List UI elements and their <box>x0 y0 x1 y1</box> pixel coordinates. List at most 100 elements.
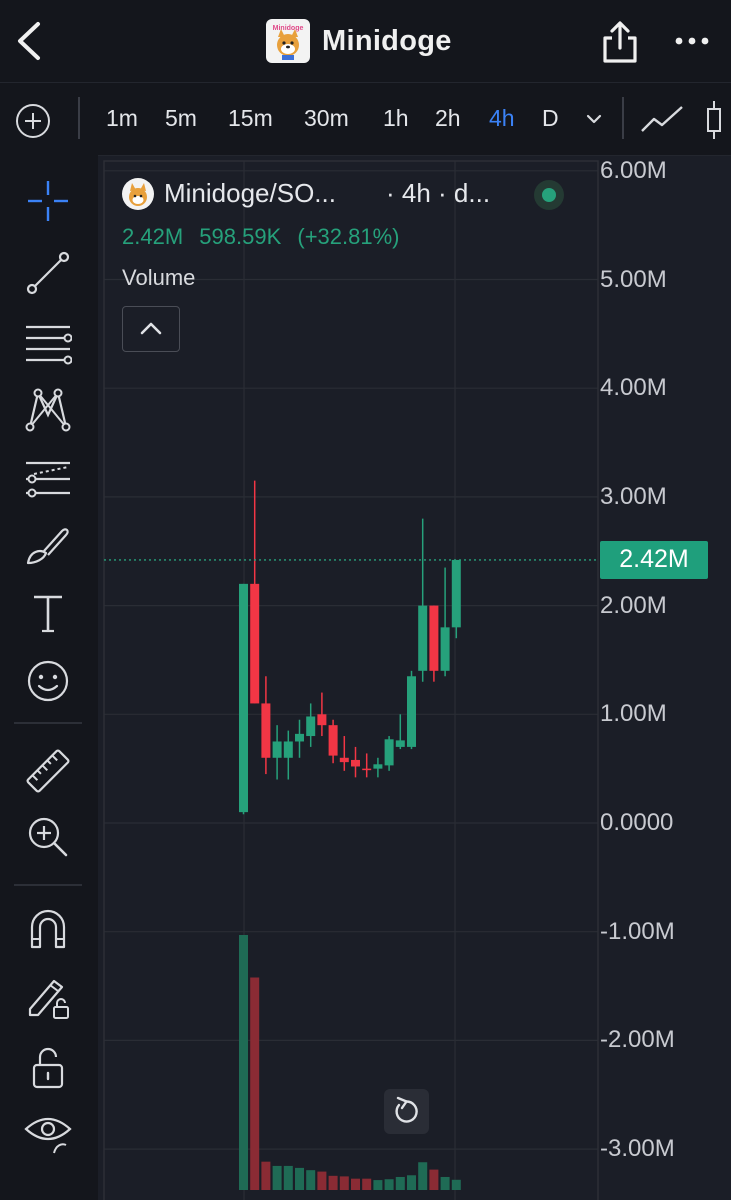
volume-bar <box>339 1176 349 1190</box>
sidebar-divider <box>14 722 82 724</box>
volume-bar <box>250 977 260 1190</box>
text-tool[interactable] <box>22 587 74 639</box>
reset-icon <box>395 1096 418 1123</box>
reset-chart-button[interactable] <box>384 1089 429 1134</box>
lock-icon <box>32 1047 64 1089</box>
price-axis-tick: 0.0000 <box>600 809 674 836</box>
magnet-tool[interactable] <box>22 903 74 955</box>
candles-icon <box>707 101 721 139</box>
collapse-legend-button[interactable] <box>122 306 180 352</box>
add-icon <box>16 104 50 138</box>
back-button[interactable] <box>10 18 50 64</box>
interval-d[interactable]: D <box>542 105 559 132</box>
fib-retracement-icon <box>26 461 70 498</box>
chevron-down-icon <box>586 114 602 124</box>
volume-bar <box>295 1167 304 1190</box>
candle-body <box>306 716 316 737</box>
price-axis-tick: 1.00M <box>600 700 667 728</box>
volume-bar <box>407 1175 416 1190</box>
crosshair-tool[interactable] <box>22 175 74 227</box>
interval-4h[interactable]: 4h <box>489 105 515 132</box>
lock-tool[interactable] <box>22 1041 74 1093</box>
volume-bars <box>239 935 461 1190</box>
interval-2h[interactable]: 2h <box>435 105 461 132</box>
emoji-icon <box>27 660 69 702</box>
more-icon <box>675 37 709 45</box>
interval-1m[interactable]: 1m <box>106 105 138 132</box>
more-button[interactable] <box>672 24 712 58</box>
volume-bar <box>351 1178 360 1190</box>
visibility-tool[interactable] <box>22 1107 74 1159</box>
volume-bar <box>373 1180 383 1190</box>
volume-bar <box>384 1179 394 1190</box>
horizontal-lines-tool[interactable] <box>22 317 74 369</box>
share-icon <box>603 21 637 63</box>
price-axis-tick: 2.00M <box>600 591 667 619</box>
candle-body <box>272 741 282 758</box>
candle-body <box>407 676 416 747</box>
candle-body <box>283 741 293 758</box>
candle-body <box>317 714 327 726</box>
market-status-indicator[interactable] <box>534 180 564 210</box>
zoom-in-tool[interactable] <box>22 811 74 863</box>
brush-tool[interactable] <box>22 521 74 573</box>
current-price: 2.42M <box>122 224 184 249</box>
price-axis-tick: 5.00M <box>600 265 667 293</box>
sidebar-divider <box>14 884 82 886</box>
more-intervals-button[interactable] <box>584 109 604 129</box>
chevron-up-icon <box>140 322 162 335</box>
price-axis-tick: -3.00M <box>600 1135 675 1163</box>
symbol-name[interactable]: Minidoge/SO... <box>164 178 336 209</box>
interval-toolbar: 1m 5m 15m 30m 1h 2h 4h D <box>0 82 731 156</box>
last-price-tag: 2.42M <box>600 540 708 579</box>
interval-30m[interactable]: 30m <box>304 105 349 132</box>
price-axis-tick: 3.00M <box>600 482 667 510</box>
trend-line-tool[interactable] <box>22 247 74 299</box>
trend-line-icon <box>26 251 70 295</box>
volume-bar <box>395 1176 405 1190</box>
brush-icon <box>26 528 69 565</box>
line-chart-button[interactable] <box>640 103 684 137</box>
emoji-tool[interactable] <box>22 655 74 707</box>
volume-bar <box>418 1162 428 1190</box>
interval-15m[interactable]: 15m <box>228 105 273 132</box>
fib-retracement-tool[interactable] <box>22 453 74 505</box>
page-title: Minidoge <box>322 24 452 57</box>
candle-body <box>440 627 450 671</box>
back-icon <box>18 22 40 60</box>
crosshair-icon <box>28 181 68 221</box>
candle-body <box>261 703 271 758</box>
candle-body <box>418 605 428 671</box>
volume-bar <box>451 1179 461 1190</box>
volume-indicator-label: Volume <box>122 265 196 290</box>
candle-body <box>250 583 260 704</box>
volume-bar <box>328 1175 338 1190</box>
interval-5m[interactable]: 5m <box>165 105 197 132</box>
candle-body <box>339 757 349 763</box>
candles-button[interactable] <box>700 99 731 141</box>
toolbar-divider <box>78 97 80 139</box>
line-chart-icon <box>641 106 683 132</box>
candle-body <box>295 733 304 742</box>
candle-body <box>451 559 461 628</box>
price-axis-tick: 6.00M <box>600 156 667 184</box>
candle-body <box>362 768 372 771</box>
price-change-percent: (+32.81%) <box>297 224 400 249</box>
horizontal-lines-icon <box>26 325 72 365</box>
volume-bar <box>317 1171 327 1190</box>
price-quote: 2.42M 598.59K (+32.81%) <box>122 224 410 250</box>
interval-1h[interactable]: 1h <box>383 105 409 132</box>
pattern-tool[interactable] <box>22 383 74 435</box>
symbol-logo <box>122 178 154 210</box>
lock-drawings-tool[interactable] <box>22 971 74 1023</box>
ruler-tool[interactable] <box>22 745 74 797</box>
volume-bar <box>272 1165 282 1190</box>
share-button[interactable] <box>600 20 640 64</box>
candle-body <box>373 764 383 769</box>
toolbar-divider <box>622 97 624 139</box>
volume-bar <box>362 1178 372 1190</box>
candle-body <box>239 583 248 813</box>
add-indicator-button[interactable] <box>14 102 52 140</box>
price-axis-tick: -1.00M <box>600 917 675 945</box>
top-bar: Minidoge Minidoge <box>0 0 731 82</box>
